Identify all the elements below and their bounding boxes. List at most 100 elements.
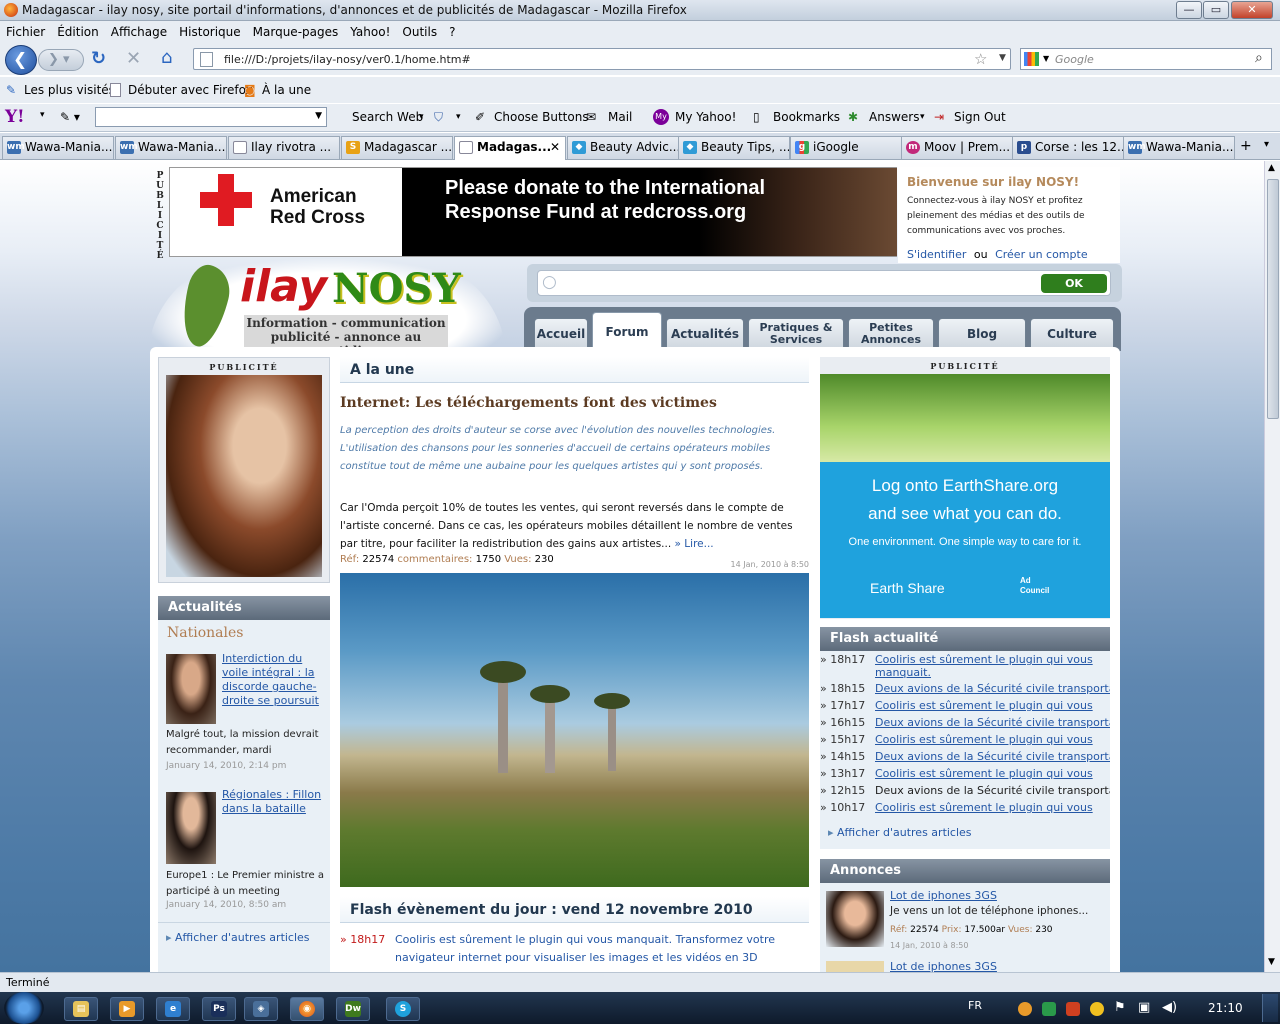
chevron-down-icon[interactable]: ▾ <box>920 112 925 122</box>
flash-row[interactable]: » 17h17 Cooliris est sûrement le plugin q… <box>820 697 1110 714</box>
engine-dropdown-icon[interactable]: ▼ <box>1043 54 1049 63</box>
tab-moov[interactable]: m Moov | Prem... <box>901 136 1013 159</box>
my-yahoo-button[interactable]: My Yahoo! <box>675 110 736 124</box>
nav-actualites[interactable]: Actualités <box>666 318 744 348</box>
address-bar[interactable]: file:///D:/projets/ilay-nosy/ver0.1/home… <box>193 48 1011 70</box>
read-more-link[interactable]: » Lire... <box>675 538 714 550</box>
yahoo-menu-dropdown-icon[interactable]: ▾ <box>40 110 45 120</box>
scroll-up-icon[interactable]: ▲ <box>1268 163 1275 173</box>
flash-row[interactable]: » 12h15 Deux avions de la Sécurité civile… <box>820 782 1110 799</box>
headline[interactable]: Internet: Les téléchargements font des v… <box>340 395 809 411</box>
menu-yahoo[interactable]: Yahoo! <box>350 21 390 43</box>
tray-app-icon[interactable] <box>1042 1002 1056 1016</box>
bookmark-getting-started[interactable]: Débuter avec Firefox <box>128 83 253 97</box>
left-ad-box[interactable]: PUBLICITÉ <box>158 357 330 583</box>
yahoo-bookmarks-button[interactable]: Bookmarks <box>773 110 840 124</box>
show-desktop-button[interactable] <box>1262 994 1278 1022</box>
news-thumbnail[interactable] <box>166 792 216 864</box>
search-bar[interactable]: ▼ Google ⌕ <box>1020 48 1272 70</box>
close-window-button[interactable]: ✕ <box>1231 1 1273 19</box>
reload-icon[interactable]: ↻ <box>91 48 106 69</box>
maximize-button[interactable]: ▭ <box>1203 1 1229 19</box>
pencil-icon[interactable]: ✎ ▾ <box>60 110 80 124</box>
tab-madagascar-active[interactable]: Madagas... ✕ <box>454 136 566 160</box>
nav-culture[interactable]: Culture <box>1030 318 1114 348</box>
flash-row[interactable]: » 14h15 Deux avions de la Sécurité civile… <box>820 748 1110 765</box>
news-link[interactable]: Régionales : Fillon dans la bataille <box>222 788 321 815</box>
menu-help[interactable]: ? <box>449 21 455 43</box>
network-icon[interactable]: ▣ <box>1138 1000 1150 1015</box>
taskbar-photoshop-icon[interactable]: Ps <box>202 997 236 1021</box>
google-icon[interactable] <box>1024 52 1039 66</box>
new-tab-icon[interactable]: + <box>1240 138 1252 154</box>
site-search-ok-button[interactable]: OK <box>1041 274 1107 293</box>
tab-wawa-mania[interactable]: wm Wawa-Mania... <box>115 136 227 159</box>
taskbar-app-icon[interactable]: ◈ <box>244 997 278 1021</box>
news-thumbnail[interactable] <box>166 654 216 724</box>
flash-row[interactable]: » 10h17 Cooliris est sûrement le plugin q… <box>820 799 1110 816</box>
nav-blog[interactable]: Blog <box>938 318 1026 348</box>
mail-button[interactable]: Mail <box>608 110 632 124</box>
login-link[interactable]: S'identifier <box>907 248 966 261</box>
flash-text[interactable]: Cooliris est sûrement le plugin qui vous <box>875 799 1093 816</box>
right-ad-box[interactable]: PUBLICITÉ Log onto EarthShare.org and se… <box>820 357 1110 619</box>
choose-buttons-button[interactable]: Choose Buttons <box>494 110 589 124</box>
flash-row[interactable]: » 18h15 Deux avions de la Sécurité civile… <box>820 680 1110 697</box>
forward-button[interactable]: ❯ ▾ <box>38 49 84 71</box>
flash-text[interactable]: Deux avions de la Sécurité civile transp… <box>875 782 1110 799</box>
search-icon[interactable]: ⌕ <box>1255 50 1263 66</box>
menu-edition[interactable]: Édition <box>57 21 99 43</box>
news-link[interactable]: Interdiction du voile intégral : la disc… <box>222 652 319 707</box>
annonce-thumbnail[interactable] <box>826 891 884 947</box>
more-flash-link[interactable]: ▸ Afficher d'autres articles <box>828 826 972 839</box>
tab-ilay-rivotra[interactable]: Ilay rivotra ... <box>228 136 340 159</box>
nav-pratiques-services[interactable]: Pratiques & Services <box>748 318 844 348</box>
tab-wawa-mania[interactable]: wm Wawa-Mania... <box>1123 136 1235 159</box>
flash-row[interactable]: » 15h17 Cooliris est sûrement le plugin q… <box>820 731 1110 748</box>
scrollbar-thumb[interactable] <box>1267 179 1279 419</box>
taskbar-explorer-icon[interactable]: ▤ <box>64 997 98 1021</box>
menu-marque-pages[interactable]: Marque-pages <box>253 21 339 43</box>
bookmark-most-visited[interactable]: Les plus visités <box>24 83 115 97</box>
sign-out-button[interactable]: Sign Out <box>954 110 1006 124</box>
chevron-down-icon[interactable]: ▾ <box>419 112 424 122</box>
volume-icon[interactable]: ◀) <box>1162 1000 1177 1015</box>
site-search-input[interactable]: ○ OK <box>537 270 1111 296</box>
menu-outils[interactable]: Outils <box>402 21 437 43</box>
taskbar-clock[interactable]: 21:10 <box>1208 1001 1243 1015</box>
language-indicator[interactable]: FR <box>968 999 982 1012</box>
flash-text[interactable]: Cooliris est sûrement le plugin qui vous <box>875 731 1093 748</box>
register-link[interactable]: Créer un compte <box>995 248 1088 261</box>
shield-icon[interactable]: ⛉ <box>434 110 443 125</box>
flash-text[interactable]: Deux avions de la Sécurité civile transp… <box>875 748 1110 765</box>
taskbar-firefox-icon[interactable]: ◉ <box>290 997 324 1021</box>
flash-row[interactable]: » 16h15 Deux avions de la Sécurité civile… <box>820 714 1110 731</box>
tray-app-icon[interactable] <box>1066 1002 1080 1016</box>
flash-row[interactable]: » 18h17 Cooliris est sûrement le plugin q… <box>820 651 1110 681</box>
flag-icon[interactable]: ⚑ <box>1114 1000 1126 1015</box>
more-flash-label[interactable]: Afficher d'autres articles <box>837 826 972 839</box>
home-icon[interactable]: ⌂ <box>161 47 172 68</box>
back-button[interactable]: ❮ <box>5 45 37 75</box>
menu-fichier[interactable]: Fichier <box>6 21 45 43</box>
logo-area[interactable]: ilay NOSY Information - communication pu… <box>148 259 506 359</box>
taskbar-media-icon[interactable]: ▶ <box>110 997 144 1021</box>
tab-beauty-tips[interactable]: ◆ Beauty Tips, ... <box>678 136 790 159</box>
taskbar-ie-icon[interactable]: e <box>156 997 190 1021</box>
vertical-scrollbar[interactable]: ▲ ▼ <box>1264 161 1280 972</box>
taskbar-skype-icon[interactable]: S <box>386 997 420 1021</box>
taskbar-dreamweaver-icon[interactable]: Dw <box>336 997 370 1021</box>
tray-messenger-icon[interactable] <box>1090 1002 1104 1016</box>
nav-forum[interactable]: Forum <box>592 312 662 350</box>
search-web-button[interactable]: Search Web <box>352 110 423 124</box>
flash-text[interactable]: Cooliris est sûrement le plugin qui vous… <box>875 653 1110 679</box>
minimize-button[interactable]: — <box>1176 1 1202 19</box>
flash-text[interactable]: Deux avions de la Sécurité civile transp… <box>875 714 1110 731</box>
close-tab-icon[interactable]: ✕ <box>550 137 560 158</box>
stop-icon[interactable]: ✕ <box>126 48 141 69</box>
more-articles-label[interactable]: Afficher d'autres articles <box>175 931 310 944</box>
yahoo-logo-icon[interactable]: Y! <box>5 107 25 127</box>
tab-igoogle[interactable]: g iGoogle <box>790 136 902 159</box>
tab-wawa-mania[interactable]: wm Wawa-Mania... <box>2 136 114 159</box>
flash-row[interactable]: » 13h17 Cooliris est sûrement le plugin q… <box>820 765 1110 782</box>
